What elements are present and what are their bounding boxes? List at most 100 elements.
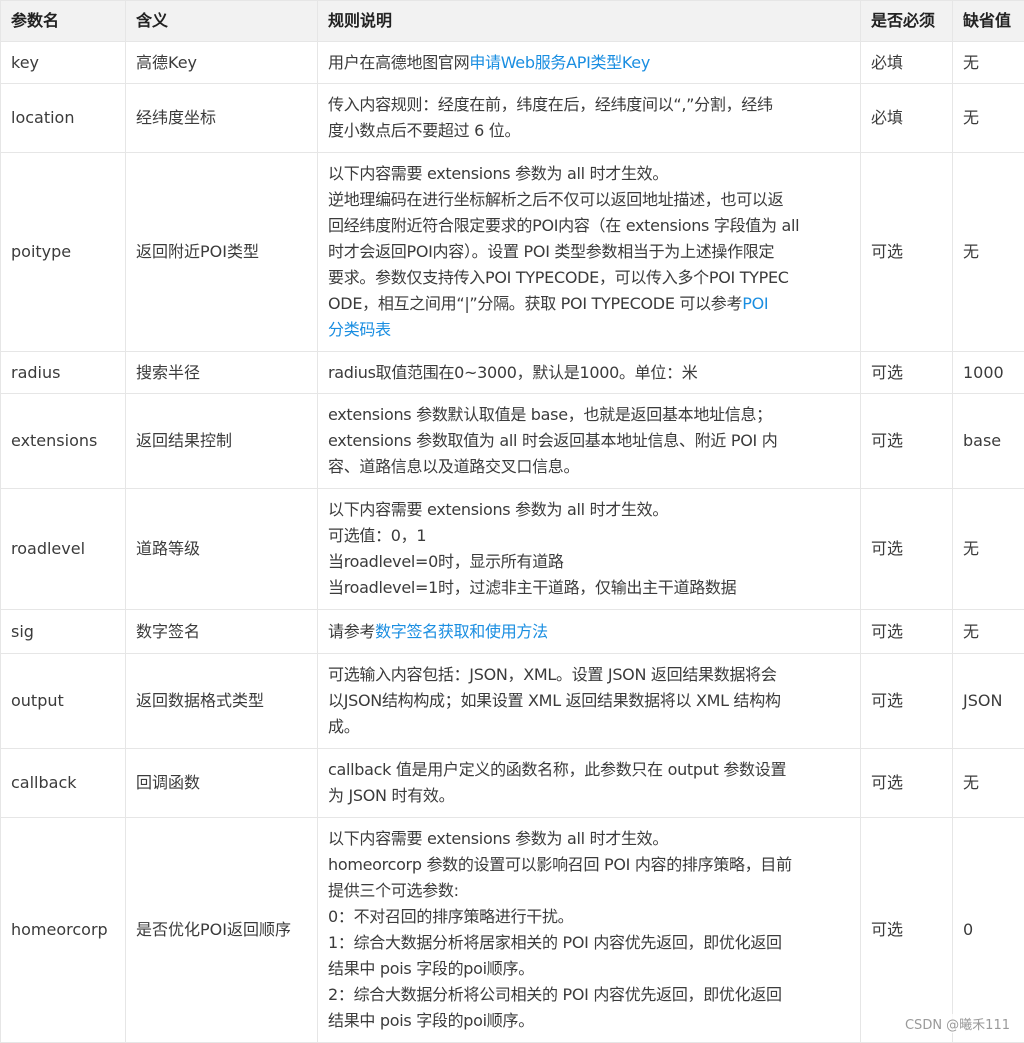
doc-link[interactable]: 数字签名获取和使用方法 <box>375 622 548 641</box>
rule-line: 0：不对召回的排序策略进行干扰。 <box>328 904 850 930</box>
param-name-cell: radius <box>1 352 126 394</box>
param-name-cell: output <box>1 654 126 749</box>
param-meaning-cell: 回调函数 <box>126 749 318 818</box>
param-rule-cell: 以下内容需要 extensions 参数为 all 时才生效。逆地理编码在进行坐… <box>318 153 861 352</box>
rule-line: 时才会返回POI内容）。设置 POI 类型参数相当于为上述操作限定 <box>328 239 850 265</box>
param-required-cell: 可选 <box>861 489 953 610</box>
rule-line: 成。 <box>328 714 850 740</box>
param-name-cell: homeorcorp <box>1 818 126 1043</box>
param-rule-cell: 传入内容规则：经度在前，纬度在后，经纬度间以“,”分割，经纬度小数点后不要超过 … <box>318 84 861 153</box>
param-rule-cell: 用户在高德地图官网申请Web服务API类型Key <box>318 42 861 84</box>
param-rule-cell: radius取值范围在0~3000，默认是1000。单位：米 <box>318 352 861 394</box>
table-row: radius搜索半径 radius取值范围在0~3000，默认是1000。单位：米… <box>1 352 1024 394</box>
rule-line: 回经纬度附近符合限定要求的POI内容（在 extensions 字段值为 all <box>328 213 850 239</box>
rule-text: 可选值：0，1 <box>328 526 426 545</box>
rule-text: 结果中 pois 字段的poi顺序。 <box>328 959 534 978</box>
param-required-cell: 必填 <box>861 84 953 153</box>
rule-text: ODE，相互之间用“|”分隔。获取 POI TYPECODE 可以参考 <box>328 294 742 313</box>
csdn-watermark: CSDN @曦禾111 <box>905 1014 1010 1033</box>
rule-text: callback 值是用户定义的函数名称，此参数只在 output 参数设置 <box>328 760 786 779</box>
rule-line: 以下内容需要 extensions 参数为 all 时才生效。 <box>328 497 850 523</box>
rule-line: 以JSON结构构成；如果设置 XML 返回结果数据将以 XML 结构构 <box>328 688 850 714</box>
rule-text: 1：综合大数据分析将居家相关的 POI 内容优先返回，即优化返回 <box>328 933 782 952</box>
param-rule-cell: extensions 参数默认取值是 base，也就是返回基本地址信息； exte… <box>318 394 861 489</box>
param-meaning-cell: 搜索半径 <box>126 352 318 394</box>
header-param-name: 参数名 <box>1 1 126 42</box>
param-default-cell: 无 <box>953 489 1024 610</box>
rule-line: 当roadlevel=1时，过滤非主干道路，仅输出主干道路数据 <box>328 575 850 601</box>
param-required-cell: 可选 <box>861 394 953 489</box>
param-default-cell: 0 <box>953 818 1024 1043</box>
param-rule-cell: 以下内容需要 extensions 参数为 all 时才生效。可选值：0，1 当r… <box>318 489 861 610</box>
rule-text: radius取值范围在0~3000，默认是1000。单位：米 <box>328 363 698 382</box>
param-rule-cell: 可选输入内容包括：JSON，XML。设置 JSON 返回结果数据将会以JSON结… <box>318 654 861 749</box>
param-meaning-cell: 返回数据格式类型 <box>126 654 318 749</box>
rule-text: 以下内容需要 extensions 参数为 all 时才生效。 <box>328 164 668 183</box>
param-name-cell: callback <box>1 749 126 818</box>
param-required-cell: 可选 <box>861 749 953 818</box>
rule-line: 可选输入内容包括：JSON，XML。设置 JSON 返回结果数据将会 <box>328 662 850 688</box>
rule-line: 传入内容规则：经度在前，纬度在后，经纬度间以“,”分割，经纬 <box>328 92 850 118</box>
param-required-cell: 可选 <box>861 352 953 394</box>
param-meaning-cell: 数字签名 <box>126 610 318 654</box>
doc-link[interactable]: POI <box>742 294 768 313</box>
param-rule-cell: callback 值是用户定义的函数名称，此参数只在 output 参数设置为 … <box>318 749 861 818</box>
param-name-cell: key <box>1 42 126 84</box>
table-row: location经纬度坐标传入内容规则：经度在前，纬度在后，经纬度间以“,”分割… <box>1 84 1024 153</box>
rule-text: 提供三个可选参数: <box>328 881 459 900</box>
rule-line: 为 JSON 时有效。 <box>328 783 850 809</box>
rule-text: 当roadlevel=0时，显示所有道路 <box>328 552 564 571</box>
param-name-cell: extensions <box>1 394 126 489</box>
rule-text: homeorcorp 参数的设置可以影响召回 POI 内容的排序策略，目前 <box>328 855 792 874</box>
rule-text: 容、道路信息以及道路交叉口信息。 <box>328 457 579 476</box>
param-name-cell: roadlevel <box>1 489 126 610</box>
param-default-cell: base <box>953 394 1024 489</box>
param-rule-cell: 以下内容需要 extensions 参数为 all 时才生效。 homeorcor… <box>318 818 861 1043</box>
rule-line: 以下内容需要 extensions 参数为 all 时才生效。 <box>328 826 850 852</box>
rule-text: 当roadlevel=1时，过滤非主干道路，仅输出主干道路数据 <box>328 578 736 597</box>
rule-text: 传入内容规则：经度在前，纬度在后，经纬度间以“,”分割，经纬 <box>328 95 773 114</box>
param-default-cell: 无 <box>953 749 1024 818</box>
table-row: sig数字签名请参考数字签名获取和使用方法可选无 <box>1 610 1024 654</box>
param-required-cell: 可选 <box>861 654 953 749</box>
rule-line: radius取值范围在0~3000，默认是1000。单位：米 <box>328 360 850 386</box>
param-required-cell: 必填 <box>861 42 953 84</box>
rule-text: extensions 参数取值为 all 时会返回基本地址信息、附近 POI 内 <box>328 431 777 450</box>
doc-link[interactable]: 申请Web服务API类型Key <box>469 53 650 72</box>
param-default-cell: 无 <box>953 42 1024 84</box>
rule-line: extensions 参数取值为 all 时会返回基本地址信息、附近 POI 内 <box>328 428 850 454</box>
rule-text: 可选输入内容包括：JSON，XML。设置 JSON 返回结果数据将会 <box>328 665 777 684</box>
rule-line: 用户在高德地图官网申请Web服务API类型Key <box>328 50 850 76</box>
rule-line: 度小数点后不要超过 6 位。 <box>328 118 850 144</box>
table-row: key高德Key 用户在高德地图官网申请Web服务API类型Key 必填无 <box>1 42 1024 84</box>
param-rule-cell: 请参考数字签名获取和使用方法 <box>318 610 861 654</box>
rule-text: 时才会返回POI内容）。设置 POI 类型参数相当于为上述操作限定 <box>328 242 774 261</box>
table-row: roadlevel道路等级以下内容需要 extensions 参数为 all 时… <box>1 489 1024 610</box>
rule-text: 回经纬度附近符合限定要求的POI内容（在 extensions 字段值为 all <box>328 216 799 235</box>
param-default-cell: JSON <box>953 654 1024 749</box>
rule-text: 逆地理编码在进行坐标解析之后不仅可以返回地址描述，也可以返 <box>328 190 783 209</box>
rule-text: 成。 <box>328 717 359 736</box>
rule-text: 以下内容需要 extensions 参数为 all 时才生效。 <box>328 500 668 519</box>
table-header-row: 参数名 含义 规则说明 是否必须 缺省值 <box>1 1 1024 42</box>
rule-line: extensions 参数默认取值是 base，也就是返回基本地址信息； <box>328 402 850 428</box>
rule-line: 可选值：0，1 <box>328 523 850 549</box>
rule-text: extensions 参数默认取值是 base，也就是返回基本地址信息； <box>328 405 772 424</box>
table-row: homeorcorp是否优化POI返回顺序以下内容需要 extensions 参… <box>1 818 1024 1043</box>
param-default-cell: 1000 <box>953 352 1024 394</box>
rule-line: 2：综合大数据分析将公司相关的 POI 内容优先返回，即优化返回 <box>328 982 850 1008</box>
rule-line: 分类码表 <box>328 317 850 343</box>
param-name-cell: sig <box>1 610 126 654</box>
doc-link[interactable]: 分类码表 <box>328 320 391 339</box>
rule-line: 结果中 pois 字段的poi顺序。 <box>328 1008 850 1034</box>
rule-text: 结果中 pois 字段的poi顺序。 <box>328 1011 534 1030</box>
header-default: 缺省值 <box>953 1 1024 42</box>
rule-line: 1：综合大数据分析将居家相关的 POI 内容优先返回，即优化返回 <box>328 930 850 956</box>
rule-line: homeorcorp 参数的设置可以影响召回 POI 内容的排序策略，目前 <box>328 852 850 878</box>
param-meaning-cell: 高德Key <box>126 42 318 84</box>
table-row: output返回数据格式类型可选输入内容包括：JSON，XML。设置 JSON … <box>1 654 1024 749</box>
rule-text: 0：不对召回的排序策略进行干扰。 <box>328 907 573 926</box>
rule-text: 2：综合大数据分析将公司相关的 POI 内容优先返回，即优化返回 <box>328 985 782 1004</box>
param-meaning-cell: 是否优化POI返回顺序 <box>126 818 318 1043</box>
rule-line: 提供三个可选参数: <box>328 878 850 904</box>
